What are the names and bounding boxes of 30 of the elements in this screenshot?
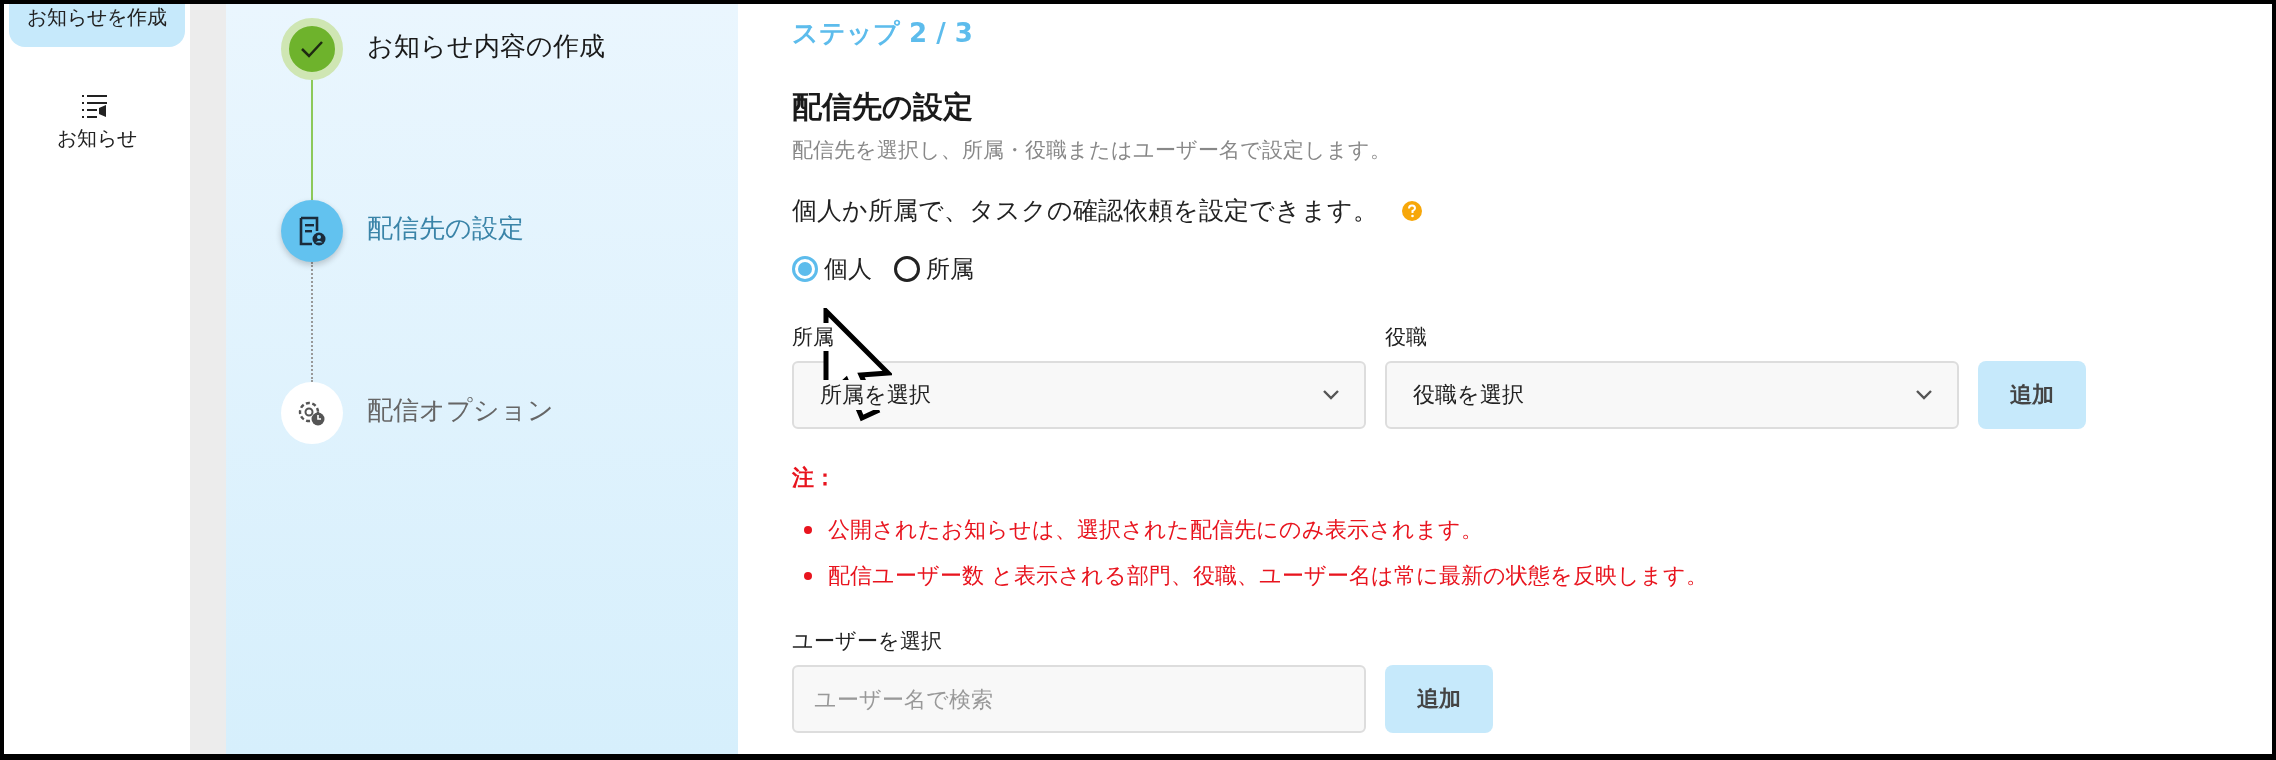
step-label: お知らせ内容の作成 [367,29,605,63]
chevron-down-icon [1322,389,1340,401]
note-text: 公開されたお知らせは、選択された配信先にのみ表示されます。 [828,516,1483,544]
section-subtitle: 配信先を選択し、所属・役職またはユーザー名で設定します。 [792,137,1391,164]
chevron-down-icon [1915,389,1933,401]
note-title: 注： [792,464,836,492]
add-button[interactable]: 追加 [1385,665,1493,733]
sidebar-item[interactable]: お知らせ [45,87,149,158]
bullet-icon [804,572,812,580]
note-text: 配信ユーザー数 と表示される部門、役職、ユーザー名は常に最新の状態を反映します。 [828,562,1708,590]
radio-circle[interactable] [894,256,920,282]
dropdown[interactable]: 役職を選択 [1385,361,1959,429]
section-title: 配信先の設定 [792,88,973,126]
radio-label: 個人 [824,254,872,285]
question-text: 個人か所属で、タスクの確認依頼を設定できます。 [792,195,1378,227]
step-label: 配信先の設定 [367,211,524,245]
dropdown[interactable]: 所属を選択 [792,361,1366,429]
step-counter: ステップ 2 / 3 [792,17,973,50]
radio-button[interactable]: 所属 [894,253,974,285]
bullet-icon [804,526,812,534]
radio-label: 所属 [926,254,974,285]
add-button[interactable]: 追加 [1978,361,2086,429]
step-label: 配信オプション [367,393,554,427]
help-icon[interactable] [1402,200,1422,221]
radio-circle[interactable] [792,256,818,282]
field-label: 所属 [792,323,834,351]
document-user-icon [281,200,343,262]
search-field[interactable]: ユーザー名で検索 [792,665,1366,733]
sidebar-item[interactable]: お知らせを作成 [9,4,185,47]
radio-button[interactable]: 個人 [792,253,872,285]
